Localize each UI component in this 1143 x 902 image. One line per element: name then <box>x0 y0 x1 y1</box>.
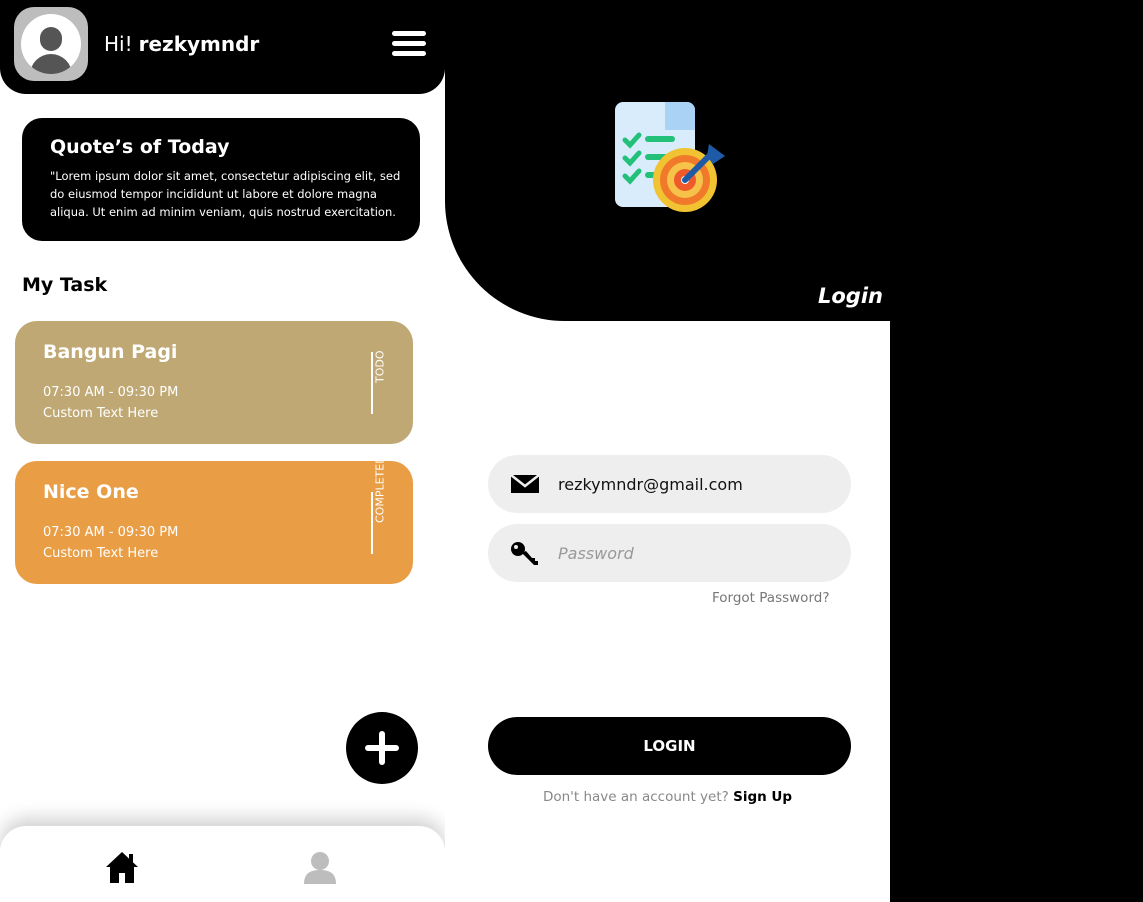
greeting: Hi! rezkymndr <box>104 31 259 57</box>
task-status: COMPLETED <box>373 455 387 523</box>
email-field[interactable] <box>488 455 851 513</box>
password-field[interactable] <box>488 524 851 582</box>
password-input[interactable] <box>558 538 828 568</box>
task-time: 07:30 AM - 09:30 PM <box>43 385 179 400</box>
menu-icon[interactable] <box>392 31 426 57</box>
app-logo <box>615 102 725 212</box>
home-icon[interactable] <box>105 850 139 884</box>
login-header: Login <box>445 0 890 321</box>
mail-icon <box>510 474 540 493</box>
task-note: Custom Text Here <box>43 406 159 421</box>
avatar[interactable] <box>14 7 88 81</box>
task-title: Nice One <box>43 481 139 503</box>
key-icon <box>511 542 538 565</box>
section-title: My Task <box>22 274 108 296</box>
task-card[interactable]: Nice One 07:30 AM - 09:30 PM Custom Text… <box>15 455 413 584</box>
quote-card: Quote’s of Today "Lorem ipsum dolor sit … <box>22 118 420 241</box>
home-header: Hi! rezkymndr <box>0 0 445 94</box>
home-screen: Hi! rezkymndr Quote’s of Today "Lorem ips… <box>0 0 445 902</box>
forgot-password-link[interactable]: Forgot Password? <box>712 590 830 606</box>
quote-text: "Lorem ipsum dolor sit amet, consectetur… <box>50 169 401 219</box>
task-time: 07:30 AM - 09:30 PM <box>43 525 179 540</box>
login-button[interactable]: LOGIN <box>488 717 851 775</box>
signup-prompt-text: Don't have an account yet? <box>542 789 729 805</box>
task-status: TODO <box>373 350 387 383</box>
task-title: Bangun Pagi <box>43 341 178 363</box>
task-note: Custom Text Here <box>43 546 159 561</box>
bottom-nav <box>0 826 445 902</box>
user-icon[interactable] <box>303 850 337 884</box>
login-screen: Login Forgot Password? LOGIN Don't have … <box>445 0 890 902</box>
avatar-icon <box>21 14 81 74</box>
signup-link[interactable]: Sign Up <box>733 789 792 805</box>
login-title: Login <box>818 284 883 308</box>
greeting-prefix: Hi! <box>104 32 133 56</box>
quote-title: Quote’s of Today <box>50 136 230 158</box>
add-task-button[interactable] <box>346 712 418 784</box>
task-card[interactable]: Bangun Pagi 07:30 AM - 09:30 PM Custom T… <box>15 321 413 444</box>
email-input[interactable] <box>558 469 828 499</box>
username: rezkymndr <box>138 32 260 56</box>
signup-prompt: Don't have an account yet? Sign Up <box>445 789 890 805</box>
